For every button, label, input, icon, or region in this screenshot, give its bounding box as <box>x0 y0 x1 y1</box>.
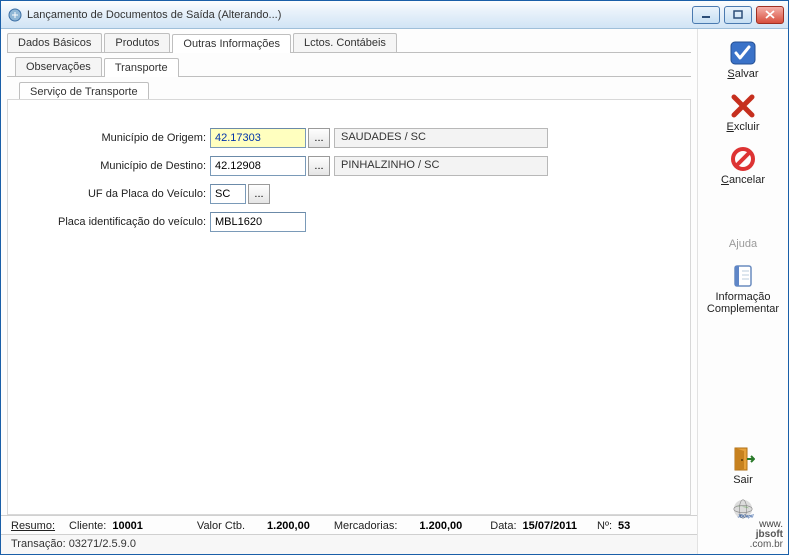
salvar-label: alvar <box>735 68 759 80</box>
svg-text:JBCepil: JBCepil <box>738 514 755 519</box>
tab-lctos-contabeis[interactable]: Lctos. Contábeis <box>293 33 397 52</box>
action-sidebar: Salvar Excluir Cancelar Ajuda Informação… <box>698 29 788 554</box>
lookup-origem-button[interactable]: ... <box>308 128 330 148</box>
lookup-destino-button[interactable]: ... <box>308 156 330 176</box>
app-icon <box>7 7 23 23</box>
summary-merc-value: 1.200,00 <box>419 520 462 532</box>
window-controls <box>692 6 784 24</box>
display-municipio-destino: PINHALZINHO / SC <box>334 156 548 176</box>
row-uf-placa: UF da Placa do Veículo: ... <box>38 184 676 204</box>
summary-data-label: Data: <box>490 520 516 532</box>
input-uf-placa[interactable] <box>210 184 246 204</box>
cancelar-label: ancelar <box>729 174 765 186</box>
summary-merc-label: Mercadorias: <box>334 520 398 532</box>
sair-button[interactable]: Sair <box>703 445 783 486</box>
form-panel: Município de Origem: ... SAUDADES / SC M… <box>7 99 691 515</box>
label-placa: Placa identificação do veículo: <box>38 216 210 228</box>
door-exit-icon <box>727 445 759 473</box>
info-complementar-button[interactable]: Informação Complementar <box>703 262 783 315</box>
summary-cliente-label: Cliente: <box>69 520 106 532</box>
summary-bar: Resumo: Cliente: 10001 Valor Ctb. 1.200,… <box>1 515 697 534</box>
status-trans-value: 03271/2.5.9.0 <box>69 538 136 550</box>
globe-icon: JBCepil <box>725 498 761 520</box>
salvar-button[interactable]: Salvar <box>703 39 783 80</box>
no-entry-icon <box>727 145 759 173</box>
notebook-icon <box>727 262 759 290</box>
row-municipio-destino: Município de Destino: ... PINHALZINHO / … <box>38 156 676 176</box>
check-icon <box>727 39 759 67</box>
ajuda-label: Ajuda <box>703 238 783 250</box>
row-placa: Placa identificação do veículo: <box>38 212 676 232</box>
input-municipio-origem[interactable] <box>210 128 306 148</box>
summary-num-label: Nº: <box>597 520 612 532</box>
cancelar-button[interactable]: Cancelar <box>703 145 783 186</box>
brand-logo: JBCepil www. jbsoft .com.br <box>699 498 787 554</box>
tab-dados-basicos[interactable]: Dados Básicos <box>7 33 102 52</box>
row-municipio-origem: Município de Origem: ... SAUDADES / SC <box>38 128 676 148</box>
excluir-button[interactable]: Excluir <box>703 92 783 133</box>
sair-label: Sair <box>703 474 783 486</box>
minimize-button[interactable] <box>692 6 720 24</box>
tab-produtos[interactable]: Produtos <box>104 33 170 52</box>
input-municipio-destino[interactable] <box>210 156 306 176</box>
inner-tabstrip: Serviço de Transporte <box>1 77 697 99</box>
status-trans-label: Transação: <box>11 538 66 550</box>
ajuda-button[interactable]: Ajuda <box>703 238 783 250</box>
close-button[interactable] <box>756 6 784 24</box>
main-tabstrip: Dados Básicos Produtos Outras Informaçõe… <box>1 29 697 52</box>
tab-observacoes[interactable]: Observações <box>15 57 102 76</box>
sub-tabstrip: Observações Transporte <box>1 53 697 76</box>
window-title: Lançamento de Documentos de Saída (Alter… <box>27 9 692 21</box>
maximize-button[interactable] <box>724 6 752 24</box>
label-municipio-origem: Município de Origem: <box>38 132 210 144</box>
x-icon <box>727 92 759 120</box>
lookup-uf-button[interactable]: ... <box>248 184 270 204</box>
info-complementar-label: Informação Complementar <box>703 291 783 315</box>
excluir-label: xcluir <box>734 121 760 133</box>
input-placa[interactable] <box>210 212 306 232</box>
summary-data-value: 15/07/2011 <box>523 520 577 532</box>
summary-resumo-label: Resumo: <box>11 520 55 532</box>
label-uf-placa: UF da Placa do Veículo: <box>38 188 210 200</box>
display-municipio-origem: SAUDADES / SC <box>334 128 548 148</box>
label-municipio-destino: Município de Destino: <box>38 160 210 172</box>
summary-valorctb-label: Valor Ctb. <box>197 520 245 532</box>
summary-num-value: 53 <box>618 520 630 532</box>
tab-transporte[interactable]: Transporte <box>104 58 179 77</box>
status-bar: Transação: 03271/2.5.9.0 <box>1 534 697 554</box>
summary-cliente-value: 10001 <box>112 520 143 532</box>
summary-valorctb-value: 1.200,00 <box>267 520 310 532</box>
brand-url: www. jbsoft .com.br <box>699 520 787 550</box>
window-titlebar: Lançamento de Documentos de Saída (Alter… <box>1 1 788 29</box>
tab-outras-informacoes[interactable]: Outras Informações <box>172 34 291 53</box>
